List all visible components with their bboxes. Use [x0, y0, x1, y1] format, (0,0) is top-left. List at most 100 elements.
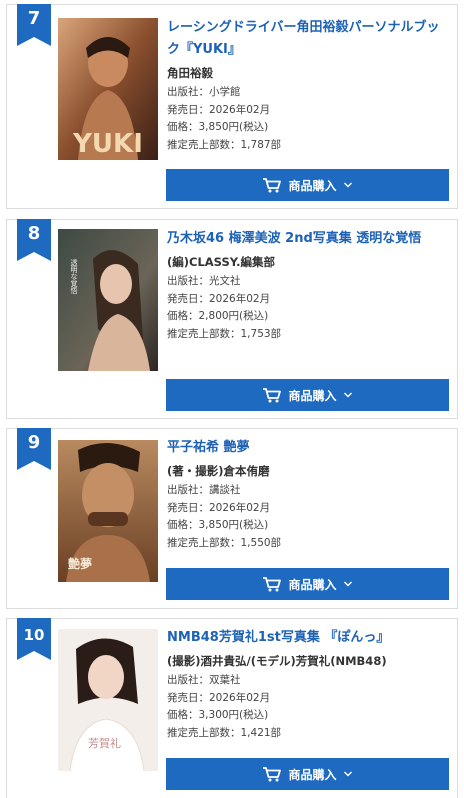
publisher-value: 光文社 [209, 275, 241, 287]
ranking-item: 10 芳賀礼 NMB48芳賀礼1st写真集 『ぽんっ』 (撮影)酒井貴弘/(モデ… [6, 618, 458, 798]
book-author: (撮影)酒井貴弘/(モデル)芳賀礼(NMB48) [167, 654, 387, 668]
rank-number: 7 [27, 8, 41, 29]
book-title-link[interactable]: 乃木坂46 梅澤美波 2nd写真集 透明な覚悟 [167, 228, 447, 250]
publisher-label: 出版社： [167, 674, 209, 686]
sales-label: 推定売上部数： [167, 327, 241, 340]
price-value: 3,300円(税込) [198, 709, 269, 721]
chevron-down-icon [343, 580, 353, 588]
sales-row: 推定売上部数：1,753部 [167, 326, 447, 344]
cart-icon [262, 766, 282, 782]
price-row: 価格：3,850円(税込) [167, 517, 447, 535]
buy-button-label: 商品購入 [288, 178, 337, 193]
release-label: 発売日： [167, 501, 209, 514]
buy-button[interactable]: 商品購入 [166, 758, 449, 790]
publisher-label: 出版社： [167, 484, 209, 496]
ranking-item: 8 透明な覚悟 乃木坂46 梅澤美波 2nd写真集 透明な覚悟 (編)CLASS… [6, 219, 458, 419]
sales-label: 推定売上部数： [167, 726, 241, 739]
publisher-row: 出版社：小学館 [167, 84, 447, 102]
cart-icon [262, 576, 282, 592]
sales-label: 推定売上部数： [167, 536, 241, 549]
release-label: 発売日： [167, 103, 209, 116]
publisher-label: 出版社： [167, 86, 209, 98]
book-author: (編)CLASSY.編集部 [167, 255, 276, 269]
cover-text: 透明な覚悟 [70, 259, 78, 295]
book-cover-image[interactable]: YUKI [58, 18, 158, 160]
release-value: 2026年02月 [209, 292, 271, 305]
buy-button-label: 商品購入 [288, 577, 337, 592]
book-meta: 出版社：双葉社 発売日：2026年02月 価格：3,300円(税込) 推定売上部… [167, 672, 447, 742]
item-info: レーシングドライバー角田裕毅パーソナルブック『YUKI』 角田裕毅 出版社：小学… [167, 17, 447, 154]
price-label: 価格： [167, 310, 199, 322]
price-row: 価格：3,300円(税込) [167, 707, 447, 725]
price-value: 3,850円(税込) [198, 121, 269, 133]
rank-badge: 8 [17, 219, 51, 261]
price-row: 価格：3,850円(税込) [167, 119, 447, 137]
sales-row: 推定売上部数：1,550部 [167, 535, 447, 553]
publisher-value: 小学館 [209, 86, 241, 98]
book-cover-image[interactable]: 芳賀礼 [58, 629, 158, 771]
publisher-value: 講談社 [209, 484, 241, 496]
sales-value: 1,421部 [240, 726, 282, 739]
rank-badge: 10 [17, 618, 51, 660]
release-row: 発売日：2026年02月 [167, 291, 447, 309]
ranking-item: 9 艶夢 平子祐希 艶夢 (著・撮影)倉本侑磨 出版社：講談社 発売日：2026… [6, 428, 458, 609]
cover-text: 芳賀礼 [88, 736, 121, 750]
book-meta: 出版社：光文社 発売日：2026年02月 価格：2,800円(税込) 推定売上部… [167, 273, 447, 343]
price-label: 価格： [167, 121, 199, 133]
rank-number: 9 [27, 432, 41, 453]
sales-value: 1,550部 [240, 536, 282, 549]
price-label: 価格： [167, 519, 199, 531]
item-info: 平子祐希 艶夢 (著・撮影)倉本侑磨 出版社：講談社 発売日：2026年02月 … [167, 437, 447, 552]
book-author: 角田裕毅 [167, 66, 213, 80]
buy-button-label: 商品購入 [288, 767, 337, 782]
item-info: NMB48芳賀礼1st写真集 『ぽんっ』 (撮影)酒井貴弘/(モデル)芳賀礼(N… [167, 627, 447, 742]
ranking-item: 7 YUKI レーシングドライバー角田裕毅パーソナルブック『YUKI』 角田裕毅… [6, 4, 458, 209]
chevron-down-icon [343, 181, 353, 189]
cart-icon [262, 387, 282, 403]
rank-number: 10 [23, 626, 45, 644]
release-row: 発売日：2026年02月 [167, 102, 447, 120]
rank-number: 8 [27, 223, 41, 244]
release-row: 発売日：2026年02月 [167, 500, 447, 518]
publisher-label: 出版社： [167, 275, 209, 287]
release-value: 2026年02月 [209, 691, 271, 704]
chevron-down-icon [343, 391, 353, 399]
book-meta: 出版社：小学館 発売日：2026年02月 価格：3,850円(税込) 推定売上部… [167, 84, 447, 154]
publisher-row: 出版社：光文社 [167, 273, 447, 291]
price-row: 価格：2,800円(税込) [167, 308, 447, 326]
publisher-value: 双葉社 [209, 674, 241, 686]
sales-value: 1,753部 [240, 327, 282, 340]
release-value: 2026年02月 [209, 501, 271, 514]
sales-label: 推定売上部数： [167, 138, 241, 151]
publisher-row: 出版社：講談社 [167, 482, 447, 500]
cover-logo-text: YUKI [72, 129, 143, 159]
rank-badge: 7 [17, 4, 51, 46]
book-title-link[interactable]: レーシングドライバー角田裕毅パーソナルブック『YUKI』 [167, 17, 447, 61]
sales-row: 推定売上部数：1,787部 [167, 137, 447, 155]
publisher-row: 出版社：双葉社 [167, 672, 447, 690]
buy-button-label: 商品購入 [288, 388, 337, 403]
release-label: 発売日： [167, 292, 209, 305]
rank-badge: 9 [17, 428, 51, 470]
buy-button[interactable]: 商品購入 [166, 379, 449, 411]
book-title-link[interactable]: NMB48芳賀礼1st写真集 『ぽんっ』 [167, 627, 447, 649]
release-row: 発売日：2026年02月 [167, 690, 447, 708]
book-author: (著・撮影)倉本侑磨 [167, 464, 270, 478]
buy-button[interactable]: 商品購入 [166, 568, 449, 600]
item-info: 乃木坂46 梅澤美波 2nd写真集 透明な覚悟 (編)CLASSY.編集部 出版… [167, 228, 447, 343]
release-value: 2026年02月 [209, 103, 271, 116]
sales-value: 1,787部 [240, 138, 282, 151]
cart-icon [262, 177, 282, 193]
sales-row: 推定売上部数：1,421部 [167, 725, 447, 743]
release-label: 発売日： [167, 691, 209, 704]
book-title-link[interactable]: 平子祐希 艶夢 [167, 437, 447, 459]
price-value: 2,800円(税込) [198, 310, 269, 322]
book-cover-image[interactable]: 透明な覚悟 [58, 229, 158, 371]
book-meta: 出版社：講談社 発売日：2026年02月 価格：3,850円(税込) 推定売上部… [167, 482, 447, 552]
cover-text: 艶夢 [68, 556, 92, 571]
buy-button[interactable]: 商品購入 [166, 169, 449, 201]
price-value: 3,850円(税込) [198, 519, 269, 531]
book-cover-image[interactable]: 艶夢 [58, 440, 158, 582]
price-label: 価格： [167, 709, 199, 721]
chevron-down-icon [343, 770, 353, 778]
